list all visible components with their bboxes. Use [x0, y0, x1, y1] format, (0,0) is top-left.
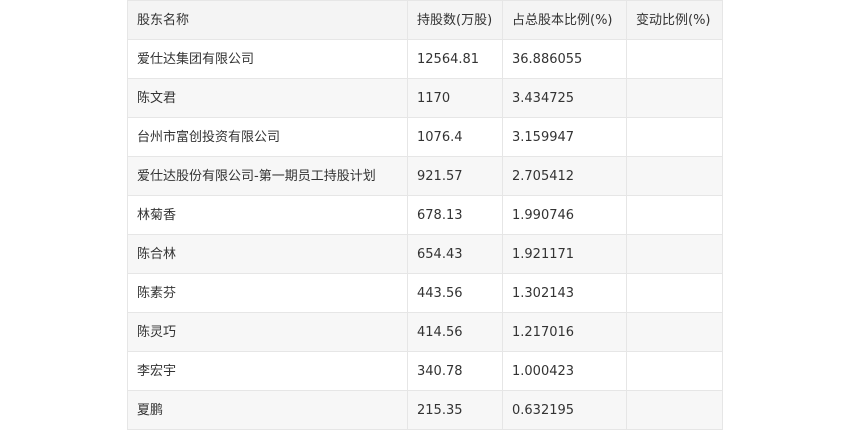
table-row: 陈合林 654.43 1.921171: [127, 234, 723, 274]
shareholder-table-container: 股东名称 持股数(万股) 占总股本比例(%) 变动比例(%) 爱仕达集团有限公司…: [127, 0, 723, 430]
table-row: 爱仕达集团有限公司 12564.81 36.886055: [127, 39, 723, 79]
header-shareholder-name: 股东名称: [127, 0, 408, 40]
cell-shareholder-name: 陈素芬: [127, 273, 408, 313]
cell-share-ratio: 1.302143: [502, 273, 627, 313]
cell-shares-held: 921.57: [407, 156, 503, 196]
cell-share-ratio: 1.990746: [502, 195, 627, 235]
cell-shares-held: 12564.81: [407, 39, 503, 79]
cell-shares-held: 678.13: [407, 195, 503, 235]
cell-shares-held: 1170: [407, 78, 503, 118]
cell-shareholder-name: 台州市富创投资有限公司: [127, 117, 408, 157]
cell-change-ratio: [626, 39, 723, 79]
cell-shareholder-name: 夏鹏: [127, 390, 408, 430]
cell-shareholder-name: 爱仕达股份有限公司-第一期员工持股计划: [127, 156, 408, 196]
cell-share-ratio: 0.632195: [502, 390, 627, 430]
cell-change-ratio: [626, 351, 723, 391]
shareholder-table: 股东名称 持股数(万股) 占总股本比例(%) 变动比例(%) 爱仕达集团有限公司…: [127, 0, 723, 430]
table-row: 林菊香 678.13 1.990746: [127, 195, 723, 235]
cell-shares-held: 654.43: [407, 234, 503, 274]
cell-change-ratio: [626, 117, 723, 157]
cell-change-ratio: [626, 195, 723, 235]
cell-shareholder-name: 陈灵巧: [127, 312, 408, 352]
table-header-row: 股东名称 持股数(万股) 占总股本比例(%) 变动比例(%): [127, 0, 723, 40]
cell-shares-held: 215.35: [407, 390, 503, 430]
table-row: 夏鹏 215.35 0.632195: [127, 390, 723, 430]
cell-change-ratio: [626, 78, 723, 118]
cell-share-ratio: 1.217016: [502, 312, 627, 352]
cell-share-ratio: 3.159947: [502, 117, 627, 157]
cell-change-ratio: [626, 273, 723, 313]
cell-change-ratio: [626, 390, 723, 430]
header-share-ratio: 占总股本比例(%): [502, 0, 627, 40]
cell-change-ratio: [626, 234, 723, 274]
cell-share-ratio: 1.921171: [502, 234, 627, 274]
cell-shareholder-name: 李宏宇: [127, 351, 408, 391]
header-shares-held: 持股数(万股): [407, 0, 503, 40]
table-row: 陈灵巧 414.56 1.217016: [127, 312, 723, 352]
table-row: 台州市富创投资有限公司 1076.4 3.159947: [127, 117, 723, 157]
cell-share-ratio: 1.000423: [502, 351, 627, 391]
header-change-ratio: 变动比例(%): [626, 0, 723, 40]
cell-shares-held: 340.78: [407, 351, 503, 391]
cell-shareholder-name: 陈文君: [127, 78, 408, 118]
cell-shares-held: 443.56: [407, 273, 503, 313]
cell-share-ratio: 3.434725: [502, 78, 627, 118]
cell-shareholder-name: 陈合林: [127, 234, 408, 274]
cell-share-ratio: 2.705412: [502, 156, 627, 196]
cell-shareholder-name: 林菊香: [127, 195, 408, 235]
cell-change-ratio: [626, 312, 723, 352]
table-row: 爱仕达股份有限公司-第一期员工持股计划 921.57 2.705412: [127, 156, 723, 196]
table-row: 陈素芬 443.56 1.302143: [127, 273, 723, 313]
table-row: 陈文君 1170 3.434725: [127, 78, 723, 118]
table-row: 李宏宇 340.78 1.000423: [127, 351, 723, 391]
cell-shares-held: 414.56: [407, 312, 503, 352]
cell-share-ratio: 36.886055: [502, 39, 627, 79]
cell-shareholder-name: 爱仕达集团有限公司: [127, 39, 408, 79]
cell-shares-held: 1076.4: [407, 117, 503, 157]
cell-change-ratio: [626, 156, 723, 196]
